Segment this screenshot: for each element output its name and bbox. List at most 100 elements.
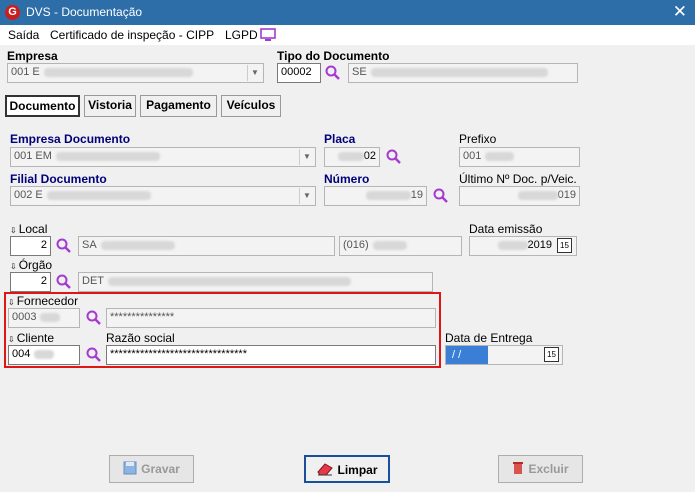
gravar-button[interactable]: Gravar <box>109 455 194 483</box>
placa-field[interactable]: 02 <box>324 147 380 167</box>
excluir-button[interactable]: Excluir <box>498 455 583 483</box>
cliente-code-field[interactable]: 004 <box>8 345 80 365</box>
tipo-documento-name-field: SE <box>348 63 578 83</box>
local-phone-field: (016) <box>339 236 462 256</box>
eraser-icon <box>317 463 334 476</box>
search-icon[interactable] <box>386 149 402 165</box>
search-icon[interactable] <box>56 238 72 254</box>
filial-documento-select[interactable]: 002 E ▼ <box>10 186 316 206</box>
prefixo-value: 001 <box>463 150 482 162</box>
search-icon[interactable] <box>433 188 449 204</box>
ultimo-doc-label: Último Nº Doc. p/Veic. <box>459 172 577 186</box>
menu-item-certificado[interactable]: Certificado de inspeção - CIPP <box>50 28 214 42</box>
calendar-icon[interactable]: 15 <box>544 347 559 362</box>
data-emissao-value: 2019 <box>527 239 552 251</box>
numero-label: Número <box>324 172 370 186</box>
pin-icon: ⇩ <box>10 262 17 271</box>
empresa-select[interactable]: 001 E ▼ <box>7 63 264 83</box>
menu-bar: Saída Certificado de inspeção - CIPP LGP… <box>0 25 695 45</box>
local-code-field[interactable]: 2 <box>10 236 51 256</box>
orgao-name: DET <box>82 275 104 287</box>
prefixo-field[interactable]: 001 <box>459 147 580 167</box>
local-label: ⇩ Local <box>10 222 48 236</box>
calendar-icon[interactable]: 15 <box>557 238 572 253</box>
limpar-label: Limpar <box>337 463 378 477</box>
redacted-text <box>370 67 549 77</box>
fornecedor-name-field: *************** <box>106 308 436 328</box>
menu-item-lgpd[interactable]: LGPD <box>225 28 258 42</box>
fornecedor-code-field[interactable]: 0003 <box>8 308 80 328</box>
redacted-text <box>43 67 194 77</box>
empresa-label: Empresa <box>7 49 58 63</box>
orgao-code-field[interactable]: 2 <box>10 272 51 292</box>
tipo-documento-label: Tipo do Documento <box>277 49 390 63</box>
redacted-text <box>100 240 176 250</box>
search-icon[interactable] <box>86 310 102 326</box>
chevron-down-icon[interactable]: ▼ <box>299 188 314 204</box>
tipo-documento-name: SE <box>352 66 367 78</box>
orgao-name-field: DET <box>78 272 433 292</box>
tab-pagamento[interactable]: Pagamento <box>140 95 217 117</box>
redacted-text <box>46 190 152 200</box>
ultimo-doc-value: 019 <box>557 189 576 201</box>
local-phone: (016) <box>343 239 369 251</box>
cliente-code: 004 <box>12 348 31 360</box>
data-entrega-label: Data de Entrega <box>445 331 533 345</box>
local-name-field: SA <box>78 236 335 256</box>
limpar-button[interactable]: Limpar <box>304 455 390 483</box>
search-icon[interactable] <box>325 65 341 81</box>
window-title: DVS - Documentação <box>26 5 143 19</box>
fornecedor-label: ⇩ Fornecedor <box>8 294 79 308</box>
razao-social-label: Razão social <box>106 331 175 345</box>
placa-value: 02 <box>363 150 376 162</box>
empresa-value: 001 E <box>11 66 40 78</box>
cliente-label: ⇩ Cliente <box>8 331 55 345</box>
numero-value: 19 <box>410 189 423 201</box>
save-icon <box>123 461 137 475</box>
fornecedor-code: 0003 <box>12 311 37 323</box>
close-icon[interactable]: ✕ <box>673 2 687 22</box>
search-icon[interactable] <box>86 347 102 363</box>
redacted-text <box>365 190 411 200</box>
menu-item-saida[interactable]: Saída <box>8 28 39 42</box>
empresa-documento-select[interactable]: 001 EM ▼ <box>10 147 316 167</box>
tab-veiculos[interactable]: Veículos <box>221 95 281 117</box>
redacted-text <box>34 349 55 359</box>
monitor-icon[interactable] <box>260 28 276 42</box>
redacted-text <box>517 190 558 200</box>
empresa-documento-label: Empresa Documento <box>10 132 131 146</box>
prefixo-label: Prefixo <box>459 132 497 146</box>
search-icon[interactable] <box>56 274 72 290</box>
chevron-down-icon[interactable]: ▼ <box>299 149 314 165</box>
empresa-documento-value: 001 EM <box>14 150 52 162</box>
local-name: SA <box>82 239 97 251</box>
pin-icon: ⇩ <box>8 298 15 307</box>
redacted-text <box>55 151 161 161</box>
redacted-text <box>372 240 408 250</box>
app-icon: G <box>5 5 20 20</box>
placa-label: Placa <box>324 132 356 146</box>
redacted-text <box>40 312 61 322</box>
redacted-text <box>497 240 528 250</box>
title-bar: G DVS - Documentação ✕ <box>0 0 695 25</box>
tab-documento[interactable]: Documento <box>5 95 80 117</box>
tipo-documento-code-field[interactable]: 00002 <box>277 63 321 83</box>
orgao-label: ⇩ Órgão <box>10 258 53 272</box>
razao-social-field[interactable]: ******************************** <box>106 345 436 365</box>
redacted-text <box>108 276 351 286</box>
gravar-label: Gravar <box>141 462 180 476</box>
redacted-text <box>485 151 514 161</box>
numero-field[interactable]: 19 <box>324 186 427 206</box>
filial-documento-label: Filial Documento <box>10 172 107 186</box>
pin-icon: ⇩ <box>10 226 17 235</box>
ultimo-doc-field: 019 <box>459 186 580 206</box>
pin-icon: ⇩ <box>8 335 15 344</box>
excluir-label: Excluir <box>528 462 569 476</box>
filial-documento-value: 002 E <box>14 189 43 201</box>
chevron-down-icon[interactable]: ▼ <box>247 65 262 81</box>
trash-icon <box>513 462 524 474</box>
data-emissao-label: Data emissão <box>469 222 543 236</box>
redacted-text <box>337 151 364 161</box>
tab-vistoria[interactable]: Vistoria <box>84 95 136 117</box>
data-entrega-value: / / <box>446 346 488 364</box>
